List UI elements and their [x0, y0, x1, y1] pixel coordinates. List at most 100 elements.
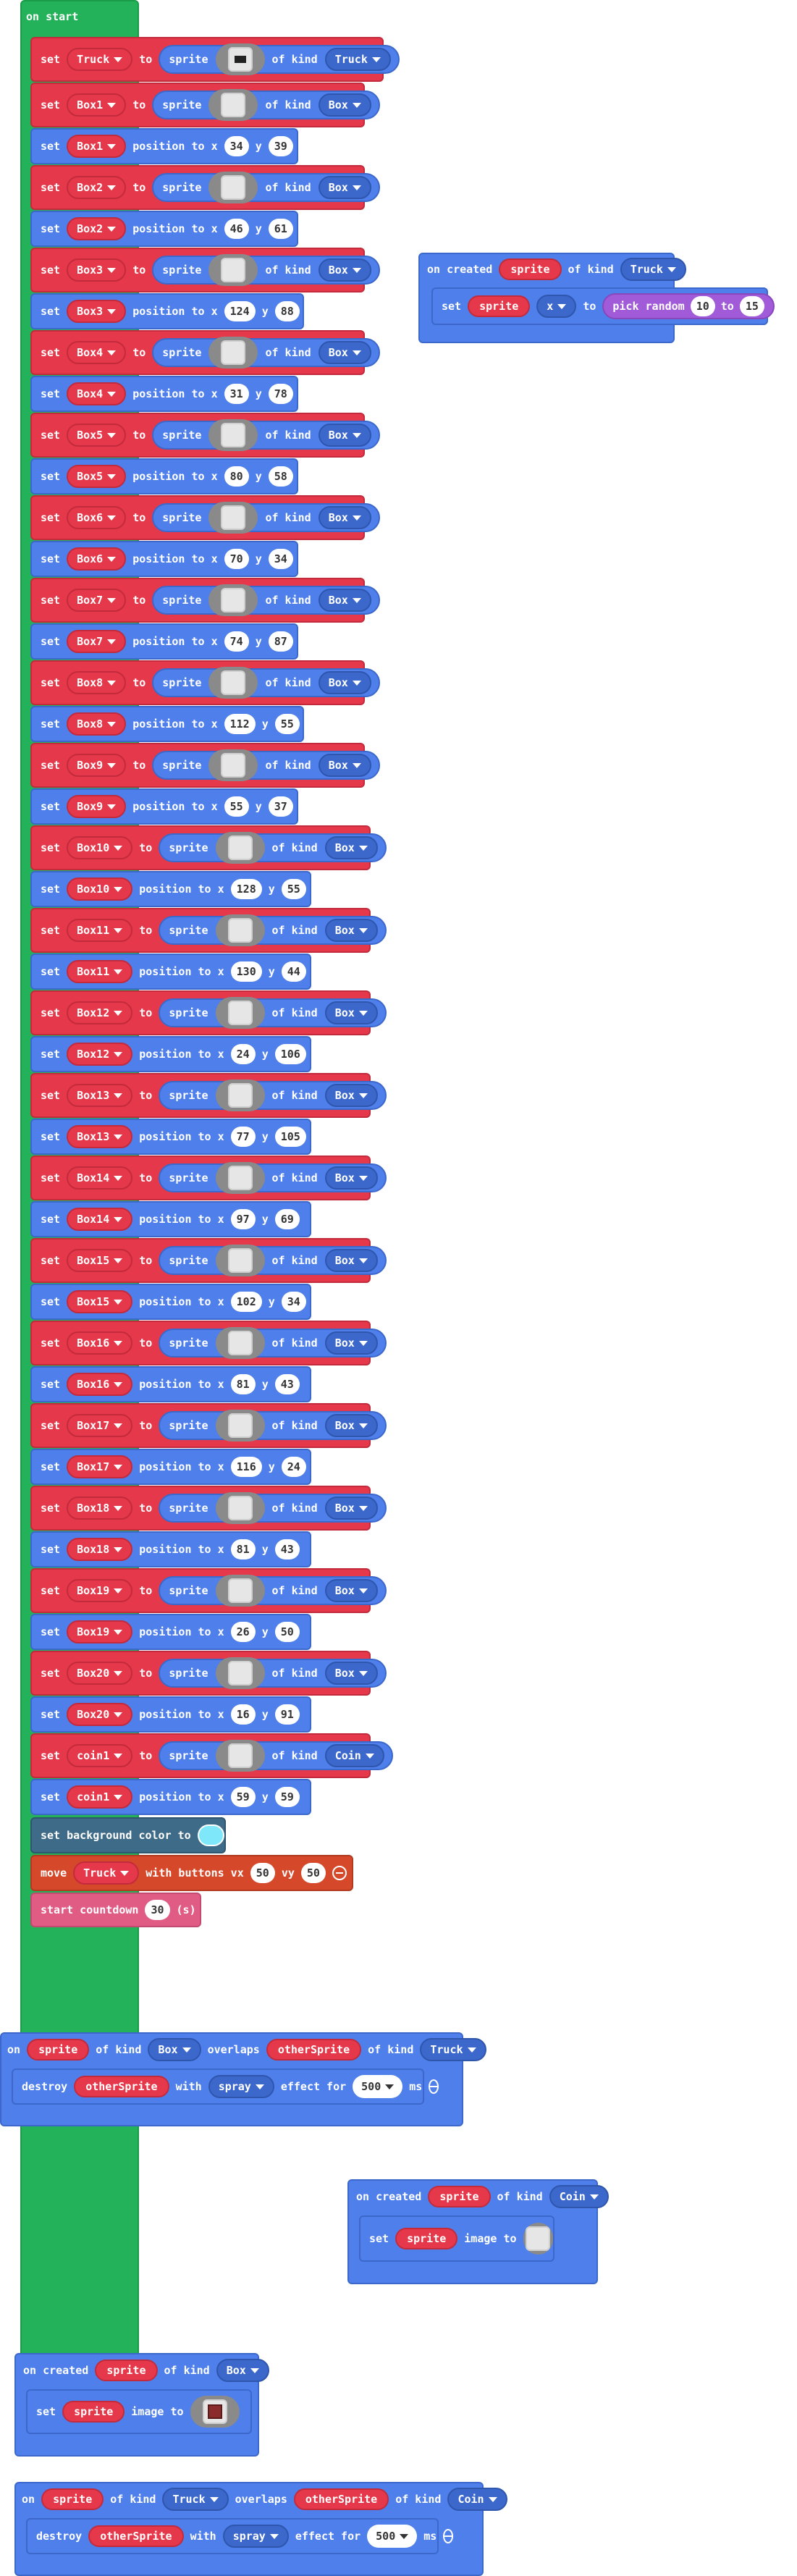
var-dropdown[interactable]: Box15 — [67, 1249, 133, 1272]
var-dropdown[interactable]: Box18 — [67, 1497, 133, 1520]
on-created-coin-block[interactable]: on created sprite of kind Coin set sprit… — [347, 2179, 609, 2284]
set-position-block[interactable]: set Box9 position to x 55 y 37 — [30, 788, 298, 825]
sprite-create-block[interactable]: sprite of kind Box — [152, 502, 380, 534]
start-countdown-block[interactable]: start countdown 30 (s) — [30, 1893, 201, 1927]
var-dropdown[interactable]: Box3 — [67, 258, 127, 282]
kind-dropdown[interactable]: Box — [318, 341, 371, 364]
set-sprite-block[interactable]: set Box9 to sprite of kind Box — [30, 743, 380, 788]
set-position-block[interactable]: set Box3 position to x 124 y 88 — [30, 293, 304, 329]
var-dropdown[interactable]: Box13 — [67, 1084, 133, 1107]
kind-dropdown[interactable]: Box — [324, 836, 378, 859]
x-value[interactable]: 128 — [230, 879, 262, 899]
x-value[interactable]: 112 — [224, 714, 256, 734]
y-value[interactable]: 58 — [268, 466, 293, 487]
move-with-buttons-block[interactable]: move Truck with buttons vx 50 vy 50 — [30, 1855, 353, 1891]
sprite-var[interactable]: sprite — [95, 2360, 158, 2381]
kind-dropdown[interactable]: Truck — [620, 258, 686, 281]
other-sprite-var[interactable]: otherSprite — [74, 2076, 169, 2097]
y-value[interactable]: 69 — [274, 1209, 300, 1229]
set-sprite-block[interactable]: set Box15 to sprite of kind Box — [30, 1238, 387, 1283]
var-dropdown[interactable]: Box7 — [67, 589, 127, 612]
y-value[interactable]: 78 — [268, 384, 293, 404]
sprite-create-block[interactable]: sprite of kind Box — [159, 1245, 387, 1276]
kind-dropdown[interactable]: Truck — [324, 48, 391, 71]
kind-dropdown[interactable]: Box — [324, 1414, 378, 1437]
vx-value[interactable]: 50 — [250, 1863, 275, 1883]
x-value[interactable]: 55 — [224, 796, 249, 817]
set-sprite-block[interactable]: set Box3 to sprite of kind Box — [30, 248, 380, 292]
x-value[interactable]: 31 — [224, 384, 249, 404]
y-value[interactable]: 44 — [281, 961, 306, 982]
set-sprite-block[interactable]: set Box17 to sprite of kind Box — [30, 1403, 387, 1448]
var-dropdown[interactable]: Box14 — [67, 1166, 133, 1190]
var-dropdown[interactable]: Box12 — [67, 1001, 133, 1024]
set-position-block[interactable]: set Box7 position to x 74 y 87 — [30, 623, 298, 660]
set-sprite-block[interactable]: set Box13 to sprite of kind Box — [30, 1073, 387, 1118]
y-value[interactable]: 43 — [274, 1539, 300, 1560]
var-dropdown[interactable]: Box11 — [67, 919, 133, 942]
var-dropdown[interactable]: Box20 — [67, 1703, 133, 1726]
var-dropdown[interactable]: Box8 — [67, 671, 127, 694]
sprite-create-block[interactable]: sprite of kind Box — [152, 254, 380, 286]
on-created-truck-block[interactable]: on created sprite of kind Truck set spri… — [418, 253, 775, 343]
other-sprite-var[interactable]: otherSprite — [293, 2488, 389, 2510]
kind-dropdown[interactable]: Box — [324, 1662, 378, 1685]
y-value[interactable]: 55 — [281, 879, 306, 899]
kind-dropdown[interactable]: Coin — [447, 2488, 507, 2511]
var-dropdown[interactable]: coin1 — [67, 1785, 133, 1809]
var-dropdown[interactable]: Box1 — [67, 93, 127, 117]
y-value[interactable]: 50 — [274, 1622, 300, 1642]
var-dropdown[interactable]: Box1 — [67, 135, 127, 158]
sprite-create-block[interactable]: sprite of kind Box — [152, 749, 380, 781]
image-picker[interactable] — [215, 1740, 265, 1772]
kind-dropdown[interactable]: Box — [216, 2359, 269, 2382]
sprite-var[interactable]: sprite — [499, 258, 562, 280]
var-dropdown[interactable]: Box6 — [67, 506, 127, 529]
sprite-var[interactable]: sprite — [62, 2401, 125, 2423]
set-sprite-block[interactable]: set Box12 to sprite of kind Box — [30, 990, 387, 1035]
kind-dropdown[interactable]: Box — [148, 2038, 201, 2061]
x-value[interactable]: 116 — [230, 1457, 262, 1477]
set-position-block[interactable]: set Box2 position to x 46 y 61 — [30, 211, 298, 247]
x-value[interactable]: 59 — [230, 1787, 256, 1807]
var-dropdown[interactable]: Box10 — [67, 877, 133, 901]
var-dropdown[interactable]: Box9 — [67, 754, 127, 777]
sprite-create-block[interactable]: sprite of kind Box — [152, 667, 380, 699]
sprite-create-block[interactable]: sprite of kind Box — [159, 997, 387, 1029]
var-dropdown[interactable]: Box5 — [67, 465, 127, 488]
set-position-block[interactable]: set Box20 position to x 16 y 91 — [30, 1696, 311, 1733]
set-sprite-block[interactable]: set Box16 to sprite of kind Box — [30, 1321, 387, 1365]
image-picker[interactable] — [215, 43, 265, 75]
set-position-block[interactable]: set Box11 position to x 130 y 44 — [30, 954, 311, 990]
var-dropdown[interactable]: Box16 — [67, 1331, 133, 1355]
kind-dropdown[interactable]: Box — [318, 589, 371, 612]
kind-dropdown[interactable]: Box — [324, 1166, 378, 1190]
var-dropdown[interactable]: Box2 — [67, 176, 127, 199]
sprite-create-block[interactable]: sprite of kind Coin — [159, 1740, 393, 1772]
sprite-create-block[interactable]: sprite of kind Box — [159, 832, 387, 864]
image-picker[interactable] — [215, 997, 265, 1029]
var-dropdown[interactable]: Box20 — [67, 1662, 133, 1685]
image-picker[interactable] — [208, 89, 258, 121]
sprite-create-block[interactable]: sprite of kind Box — [159, 914, 387, 946]
set-sprite-block[interactable]: set Box5 to sprite of kind Box — [30, 413, 380, 458]
x-value[interactable]: 81 — [230, 1539, 256, 1560]
x-value[interactable]: 102 — [230, 1292, 262, 1312]
var-dropdown[interactable]: Box5 — [67, 424, 127, 447]
y-value[interactable]: 87 — [268, 631, 293, 652]
prop-dropdown[interactable]: x — [536, 295, 577, 318]
set-sprite-block[interactable]: set coin1 to sprite of kind Coin — [30, 1733, 393, 1778]
x-value[interactable]: 16 — [230, 1704, 256, 1725]
y-value[interactable]: 24 — [281, 1457, 306, 1477]
image-picker[interactable] — [190, 2396, 240, 2428]
sprite-create-block[interactable]: sprite of kind Box — [159, 1327, 387, 1359]
sprite-create-block[interactable]: sprite of kind Box — [159, 1492, 387, 1524]
var-dropdown[interactable]: Box11 — [67, 960, 133, 983]
set-background-color-block[interactable]: set background color to — [30, 1817, 226, 1853]
set-position-block[interactable]: set Box1 position to x 34 y 39 — [30, 128, 298, 164]
y-value[interactable]: 37 — [268, 796, 293, 817]
kind-dropdown[interactable]: Box — [318, 176, 371, 199]
var-dropdown[interactable]: Box17 — [67, 1414, 133, 1437]
set-sprite-block[interactable]: set Truck to sprite of kind Truck — [30, 37, 400, 82]
effect-dropdown[interactable]: spray — [208, 2075, 274, 2098]
